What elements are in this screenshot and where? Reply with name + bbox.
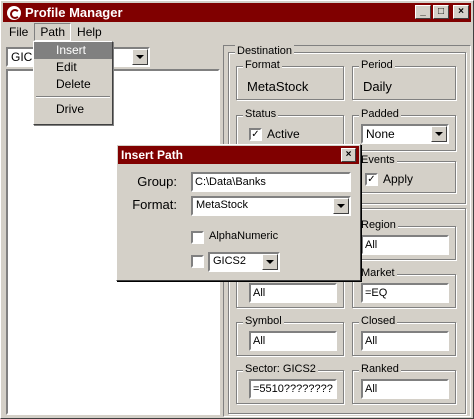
market-group: Market =EQ (352, 267, 456, 308)
exchange-field[interactable]: All (249, 283, 337, 303)
ranked-label: Ranked (359, 363, 401, 375)
sector-label: Sector: GICS2 (243, 363, 318, 375)
chevron-down-icon[interactable] (132, 49, 148, 65)
region-label: Region (359, 219, 398, 231)
chevron-down-icon[interactable] (262, 254, 278, 270)
active-label: Active (267, 127, 300, 141)
menu-item-insert[interactable]: Insert (34, 42, 112, 59)
sector-group: Sector: GICS2 =5510???????? (236, 363, 344, 404)
padded-select[interactable]: None (361, 124, 449, 144)
sector-field[interactable]: =5510???????? (249, 379, 337, 399)
period-group: Period Daily (352, 59, 456, 100)
market-label: Market (359, 267, 397, 279)
group-label: Group: (137, 174, 177, 189)
region-field[interactable]: All (361, 235, 449, 255)
format-select-label: Format: (132, 197, 177, 212)
alphanumeric-checkbox[interactable] (191, 231, 204, 244)
menu-help[interactable]: Help (71, 23, 108, 41)
dialog-title: Insert Path (121, 148, 184, 162)
profile-manager-window: Profile Manager _ □ × File Path Help GIC… (0, 0, 474, 419)
chevron-down-icon[interactable] (333, 198, 349, 214)
period-value: Daily (363, 79, 392, 94)
gics-select-value: GICS2 (213, 255, 247, 267)
events-label: Events (359, 154, 397, 166)
closed-label: Closed (359, 315, 398, 327)
status-label: Status (243, 108, 279, 120)
maximize-button[interactable]: □ (433, 5, 449, 19)
symbol-label: Symbol (243, 315, 284, 327)
events-group: Events ✓ Apply (352, 154, 456, 193)
padded-group: Padded None (352, 108, 456, 151)
menu-path[interactable]: Path (34, 23, 72, 41)
alphanumeric-label: AlphaNumeric (209, 230, 279, 242)
close-button[interactable]: × (453, 5, 469, 19)
gics-checkbox[interactable] (191, 255, 204, 268)
gics-select[interactable]: GICS2 (208, 252, 280, 272)
ranked-field[interactable]: All (361, 379, 449, 399)
menu-item-edit[interactable]: Edit (34, 59, 112, 76)
region-group: Region All (352, 219, 456, 260)
menu-item-drive[interactable]: Drive (34, 101, 112, 118)
apply-label: Apply (383, 172, 414, 186)
title-bar: Profile Manager _ □ × (3, 3, 471, 22)
apply-checkbox[interactable]: ✓ (365, 173, 378, 186)
menu-item-delete[interactable]: Delete (34, 76, 112, 93)
format-value: MetaStock (247, 79, 309, 94)
symbol-field[interactable]: All (249, 331, 337, 351)
closed-field[interactable]: All (361, 331, 449, 351)
menu-bar: File Path Help (3, 23, 108, 41)
market-field[interactable]: =EQ (361, 283, 449, 303)
window-title: Profile Manager (25, 5, 123, 20)
group-field[interactable]: C:\Data\Banks (191, 172, 351, 192)
app-logo-icon (7, 5, 21, 20)
format-select-value: MetaStock (196, 199, 248, 211)
format-label: Format (243, 59, 282, 71)
ranked-group: Ranked All (352, 363, 456, 404)
closed-group: Closed All (352, 315, 456, 356)
path-menu-dropdown: Insert Edit Delete Drive (33, 41, 113, 125)
chevron-down-icon[interactable] (431, 126, 447, 142)
destination-label: Destination (235, 45, 295, 57)
minimize-button[interactable]: _ (415, 5, 431, 19)
symbol-group: Symbol All (236, 315, 344, 356)
period-label: Period (359, 59, 395, 71)
format-select[interactable]: MetaStock (191, 196, 351, 216)
active-checkbox[interactable]: ✓ (249, 128, 262, 141)
format-group: Format MetaStock (236, 59, 344, 100)
menu-separator (36, 96, 110, 98)
padded-label: Padded (359, 108, 401, 120)
menu-file[interactable]: File (3, 23, 34, 41)
padded-value: None (366, 127, 395, 141)
dialog-title-bar: Insert Path × (118, 146, 359, 164)
dialog-close-button[interactable]: × (341, 148, 356, 162)
insert-path-dialog: Insert Path × Group: C:\Data\Banks Forma… (116, 144, 361, 281)
